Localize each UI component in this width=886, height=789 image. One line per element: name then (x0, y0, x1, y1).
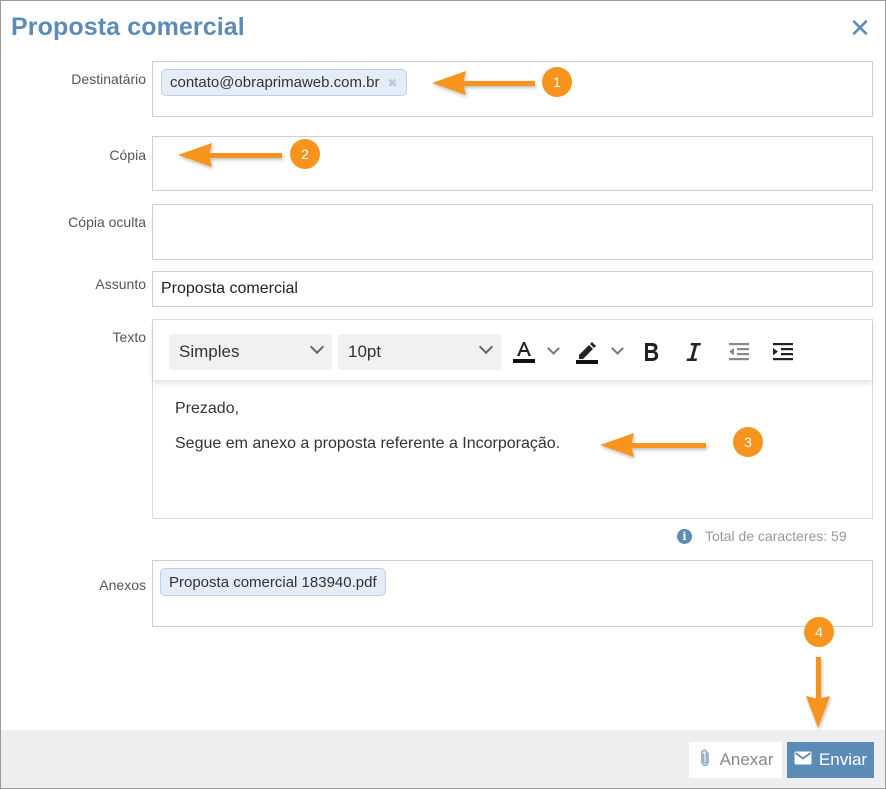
italic-icon[interactable] (680, 338, 708, 366)
text-label: Texto (112, 329, 146, 345)
subject-label: Assunto (95, 276, 146, 292)
cc-label: Cópia (109, 147, 146, 163)
attachments-field: Proposta comercial 183940.pdf (152, 560, 873, 627)
font-size-select[interactable]: 10pt (338, 334, 501, 370)
editor-toolbar: Simples 10pt (153, 320, 872, 380)
recipient-chip[interactable]: contato@obraprimaweb.com.br ✖ (161, 69, 407, 96)
character-count: i Total de caracteres: 59 (677, 528, 847, 544)
font-family-value: Simples (179, 342, 240, 361)
font-family-select[interactable]: Simples (169, 334, 332, 370)
bcc-field[interactable] (152, 204, 873, 260)
editor-line-body: Segue em anexo a proposta referente a In… (175, 435, 561, 452)
chevron-down-icon (478, 339, 494, 355)
step-badge-2: 2 (290, 139, 320, 169)
attachments-label: Anexos (99, 577, 146, 593)
send-button-label: Enviar (818, 750, 868, 769)
paperclip-icon (698, 748, 712, 773)
to-field[interactable]: contato@obraprimaweb.com.br ✖ (152, 61, 873, 117)
subject-input[interactable] (152, 271, 873, 307)
text-color-dropdown-icon[interactable] (547, 342, 560, 355)
attach-button[interactable]: Anexar (689, 742, 782, 778)
character-count-text: Total de caracteres: 59 (705, 528, 847, 544)
step-badge-1: 1 (542, 67, 572, 97)
envelope-icon (794, 750, 812, 770)
attach-button-label: Anexar (719, 750, 774, 769)
highlight-color-icon[interactable] (573, 338, 601, 366)
outdent-icon[interactable] (725, 338, 753, 366)
info-icon: i (677, 528, 692, 544)
attachment-chip[interactable]: Proposta comercial 183940.pdf (160, 568, 386, 596)
email-dialog: Proposta comercial ✕ Destinatário contat… (0, 0, 886, 789)
dialog-footer: Anexar Enviar (1, 730, 885, 788)
bold-icon[interactable] (637, 338, 665, 366)
cc-field[interactable] (152, 136, 873, 191)
editor-line-greeting: Prezado, (175, 400, 240, 417)
highlight-dropdown-icon[interactable] (611, 342, 624, 355)
to-label: Destinatário (71, 71, 146, 87)
indent-icon[interactable] (769, 338, 797, 366)
recipient-chip-label: contato@obraprimaweb.com.br (170, 74, 380, 91)
send-button[interactable]: Enviar (787, 742, 874, 778)
dialog-title: Proposta comercial (11, 13, 245, 41)
step-badge-4: 4 (804, 617, 834, 647)
editor-content[interactable]: Prezado, Segue em anexo a proposta refer… (175, 400, 560, 453)
remove-recipient-icon[interactable]: ✖ (388, 76, 398, 90)
chevron-down-icon (309, 339, 325, 355)
font-size-value: 10pt (348, 342, 382, 361)
close-icon[interactable]: ✕ (847, 15, 873, 41)
bcc-label: Cópia oculta (68, 214, 146, 230)
rich-text-editor[interactable]: Simples 10pt Prezado, Segue em anexo a p… (152, 319, 873, 519)
attachment-filename: Proposta comercial 183940.pdf (169, 573, 377, 591)
step-badge-3: 3 (733, 427, 763, 457)
text-color-icon[interactable] (510, 338, 538, 366)
